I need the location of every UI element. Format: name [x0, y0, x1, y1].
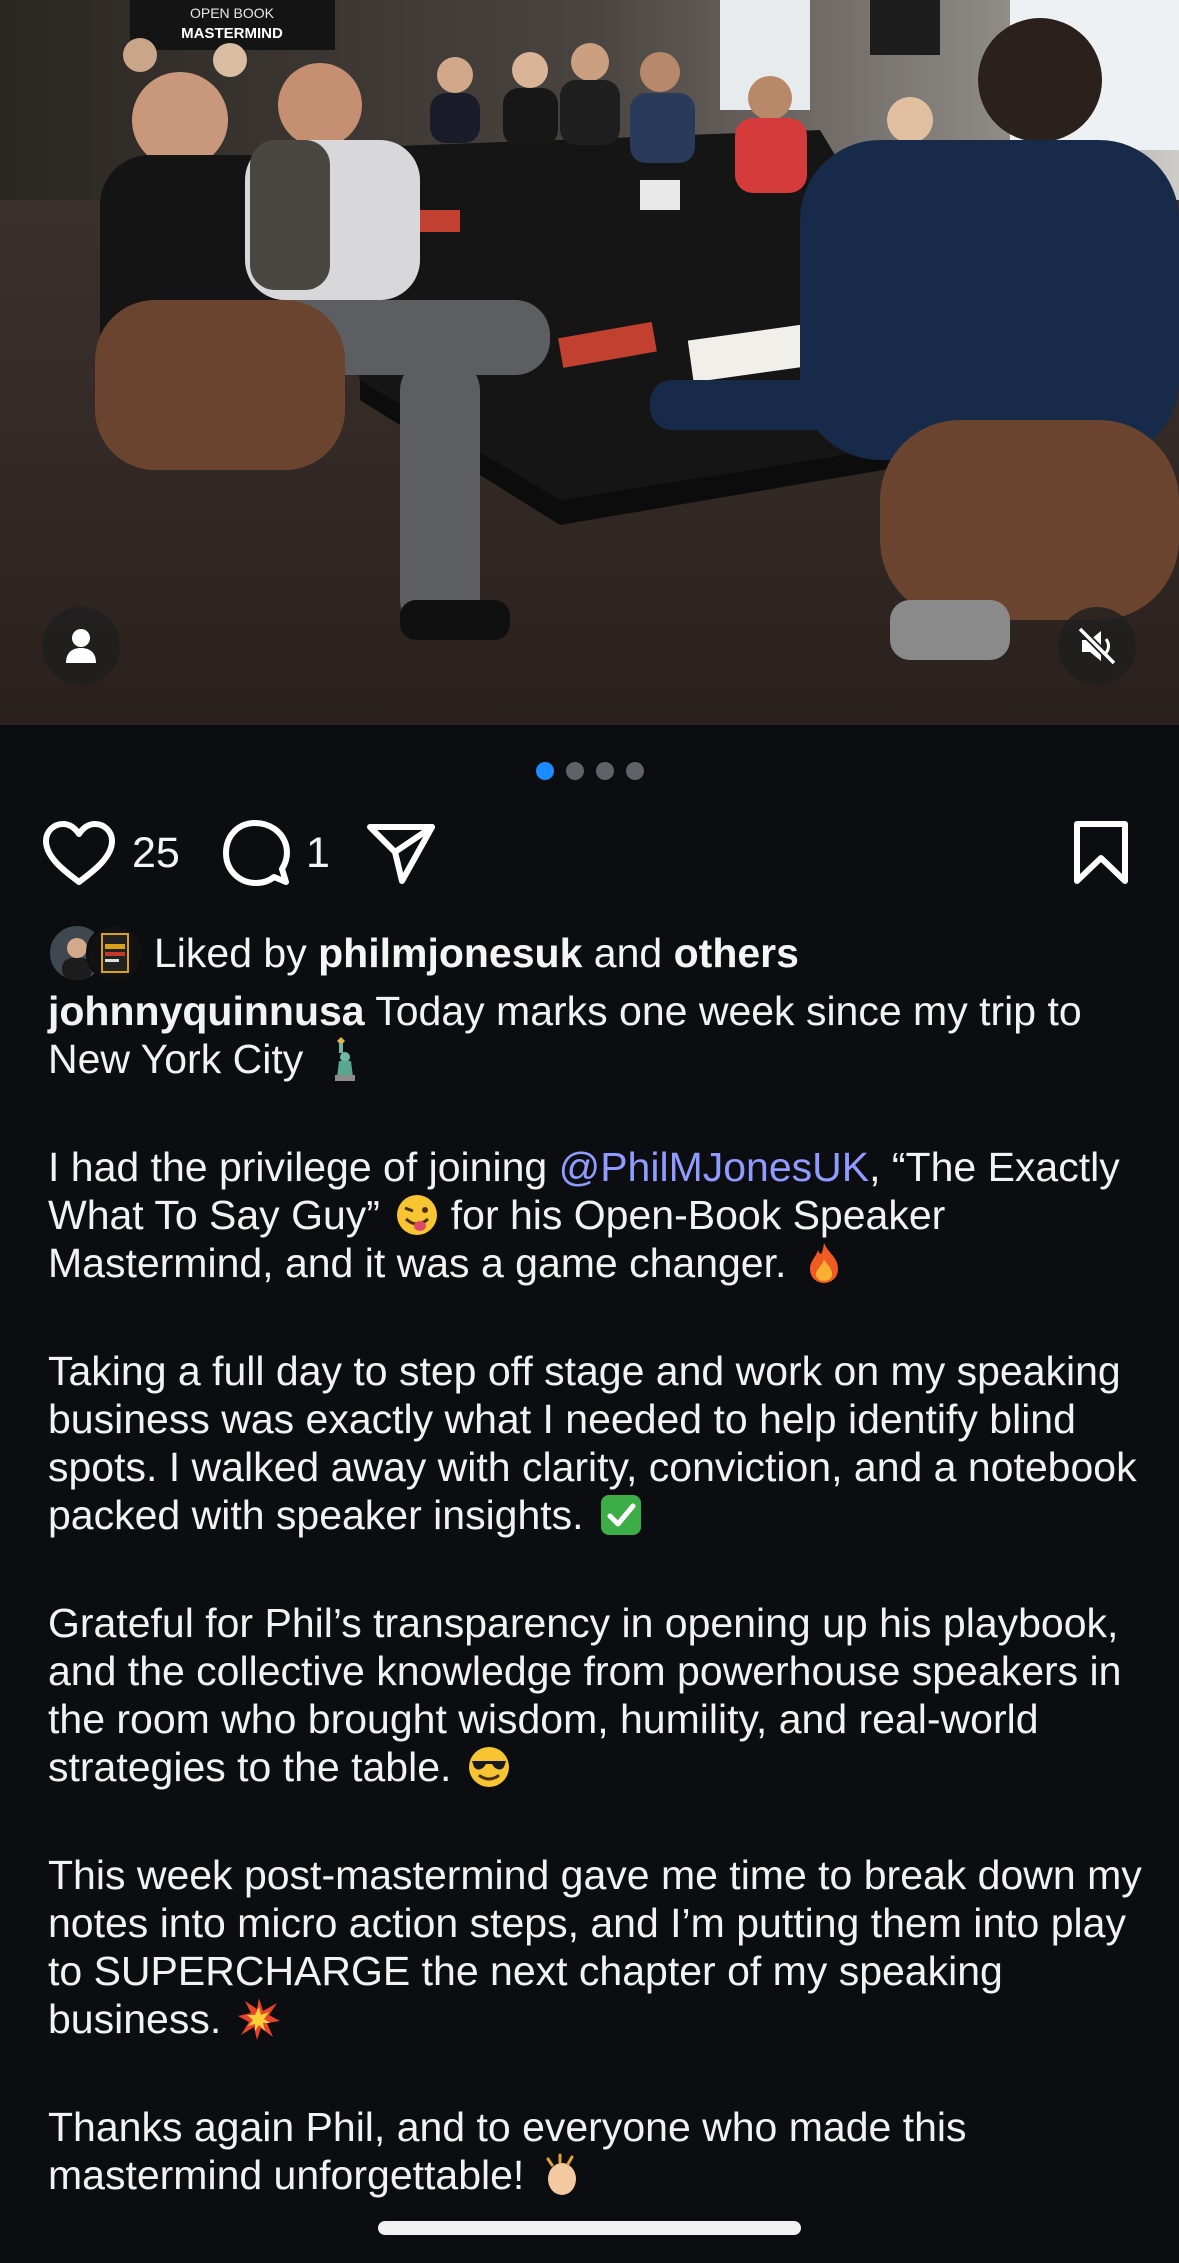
carousel-dot-3	[595, 762, 614, 780]
carousel-dot-4	[625, 762, 644, 780]
caption-text-5: This week post-mastermind gave me time t…	[48, 1852, 1142, 2042]
comment-button[interactable]: 1	[222, 808, 330, 898]
winking-tongue-emoji-icon	[397, 1195, 438, 1235]
caption-paragraph-2: I had the privilege of joining @PhilMJon…	[48, 1143, 1148, 1287]
caption-paragraph-3: Taking a full day to step off stage and …	[48, 1347, 1148, 1539]
mention-link[interactable]: @PhilMJonesUK	[559, 1144, 870, 1190]
comment-bubble-icon	[223, 820, 290, 886]
carousel-dot-1	[535, 762, 554, 780]
meeting-room-photo: OPEN BOOK MASTERMIND	[0, 0, 1179, 725]
speaker-muted-icon	[1077, 626, 1117, 666]
person-icon	[66, 629, 96, 663]
caption-paragraph-4: Grateful for Phil’s transparency in open…	[48, 1599, 1148, 1791]
caption-paragraph-5: This week post-mastermind gave me time t…	[48, 1851, 1148, 2043]
fire-emoji-icon	[809, 1243, 838, 1283]
carousel-indicator	[0, 762, 1179, 780]
home-indicator[interactable]	[378, 2221, 801, 2235]
sunglasses-emoji-icon	[468, 1747, 509, 1787]
heart-icon	[43, 821, 115, 885]
caption-paragraph-1: johnnyquinnusa Today marks one week sinc…	[48, 987, 1148, 1083]
avatar	[86, 924, 144, 982]
caption-text-6: Thanks again Phil, and to everyone who m…	[48, 2104, 967, 2198]
caption-paragraph-6: Thanks again Phil, and to everyone who m…	[48, 2103, 1148, 2199]
liked-by-row[interactable]: Liked by philmjonesuk and others	[48, 922, 799, 984]
sound-toggle-button[interactable]	[1058, 607, 1136, 685]
liked-by-user[interactable]: philmjonesuk	[318, 930, 582, 977]
paper-plane-icon	[367, 824, 435, 884]
caption-text-3: Taking a full day to step off stage and …	[48, 1348, 1137, 1538]
caption-text-2a: I had the privilege of joining	[48, 1144, 548, 1190]
tagged-people-button[interactable]	[42, 607, 120, 685]
liked-by-prefix: Liked by	[154, 929, 307, 976]
banner-line2: MASTERMIND	[181, 25, 283, 42]
liked-by-others[interactable]: others	[674, 930, 799, 977]
bookmark-icon	[1074, 821, 1128, 884]
post-photo[interactable]: OPEN BOOK MASTERMIND	[0, 0, 1179, 725]
post-caption: johnnyquinnusa Today marks one week sinc…	[48, 987, 1148, 2259]
caption-text-4: Grateful for Phil’s transparency in open…	[48, 1600, 1122, 1790]
banner-line1: OPEN BOOK	[190, 5, 275, 21]
caption-username[interactable]: johnnyquinnusa	[48, 988, 365, 1034]
like-button[interactable]: 25	[42, 808, 180, 898]
post-action-bar: 25 1	[0, 808, 1179, 898]
liker-avatars	[48, 924, 144, 982]
save-button[interactable]	[1072, 808, 1130, 898]
like-count[interactable]: 25	[132, 829, 180, 878]
collision-emoji-icon	[237, 1998, 280, 2040]
liked-by-and: and	[593, 929, 663, 976]
comment-count[interactable]: 1	[306, 829, 330, 878]
clapping-hands-emoji-icon	[546, 2153, 576, 2195]
share-button[interactable]	[366, 808, 436, 898]
statue-of-liberty-icon	[334, 1037, 355, 1081]
check-mark-emoji-icon	[600, 1495, 641, 1535]
carousel-dot-2	[565, 762, 584, 780]
